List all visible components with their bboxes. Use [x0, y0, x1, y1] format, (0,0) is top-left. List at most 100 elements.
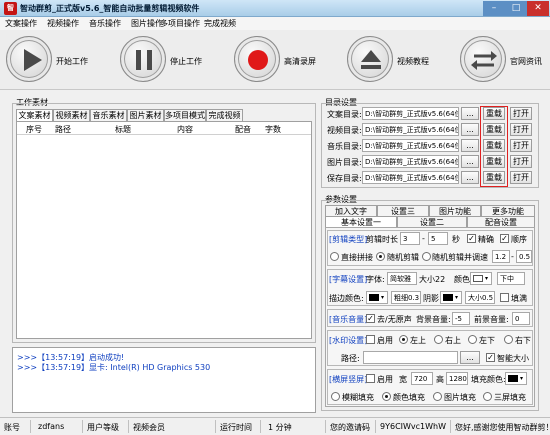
- dir-path-input[interactable]: D:\智动群剪_正式版v5.6(64位系统): [362, 139, 459, 152]
- height-input[interactable]: 1280: [446, 372, 468, 385]
- dir-browse-button[interactable]: ...: [461, 139, 479, 152]
- minimize-icon[interactable]: –: [483, 1, 505, 16]
- random-clip-label: 随机剪辑: [387, 253, 419, 262]
- col-content[interactable]: 内容: [177, 124, 193, 135]
- start-label: 开始工作: [56, 57, 88, 66]
- range-dash: -: [422, 234, 425, 243]
- tab-finished-video[interactable]: 完成视频: [206, 109, 243, 121]
- image-fill-radio[interactable]: [433, 392, 442, 401]
- level-label: 用户等级: [87, 423, 119, 432]
- menu-bar: 文案操作 视频操作 音乐操作 图片操作 多项目操作 完成视频: [0, 17, 550, 30]
- dir-label: 保存目录:: [327, 174, 362, 183]
- exact-checkbox[interactable]: ✓: [467, 234, 476, 243]
- watermark-enable-label: 启用: [377, 336, 393, 345]
- watermark-path-input[interactable]: [363, 351, 458, 364]
- fill-label: 填满: [511, 294, 527, 303]
- status-divider: [82, 420, 83, 433]
- width-input[interactable]: 720: [411, 372, 433, 385]
- col-title[interactable]: 标题: [115, 124, 131, 135]
- smart-size-checkbox[interactable]: ✓: [486, 353, 495, 362]
- menu-music[interactable]: 音乐操作: [89, 18, 121, 29]
- status-divider: [30, 420, 31, 433]
- landscape-enable-checkbox[interactable]: [366, 374, 375, 383]
- dir-open-button[interactable]: 打开: [510, 139, 532, 152]
- level-value: 视频会员: [133, 423, 165, 432]
- mute-checkbox[interactable]: ✓: [366, 314, 375, 323]
- wm-bottom-left-radio[interactable]: [468, 335, 477, 344]
- triple-fill-radio[interactable]: [483, 392, 492, 401]
- font-color-picker[interactable]: ▾: [470, 272, 492, 285]
- code-value[interactable]: 9Y6CIWvc1WhW: [380, 422, 446, 431]
- watermark-enable-checkbox[interactable]: [366, 335, 375, 344]
- status-divider: [260, 420, 261, 433]
- tab-image-material[interactable]: 图片素材: [127, 109, 164, 121]
- wm-bottom-right-radio[interactable]: [504, 335, 513, 344]
- dir-open-button[interactable]: 打开: [510, 171, 532, 184]
- thickness-input[interactable]: 粗细0.3: [391, 291, 421, 304]
- menu-multiproject[interactable]: 多项目操作: [160, 18, 200, 29]
- start-button[interactable]: [6, 36, 52, 82]
- maximize-icon[interactable]: □: [505, 1, 527, 16]
- shadow-color-picker[interactable]: ▾: [440, 291, 462, 304]
- order-label: 顺序: [511, 235, 527, 244]
- speed-max-input[interactable]: 0.5: [516, 250, 532, 263]
- dir-path-input[interactable]: D:\智动群剪_正式版v5.6(64位系统): [362, 123, 459, 136]
- menu-image[interactable]: 图片操作: [131, 18, 163, 29]
- fill-color-picker[interactable]: ▾: [505, 372, 527, 385]
- bg-volume-input[interactable]: -5: [452, 312, 470, 325]
- color-swatch: [369, 294, 379, 301]
- stop-button[interactable]: [120, 36, 166, 82]
- tab-copy-material[interactable]: 文案素材: [16, 109, 53, 121]
- menu-video[interactable]: 视频操作: [47, 18, 79, 29]
- col-voice[interactable]: 配音: [235, 124, 251, 135]
- menu-finished[interactable]: 完成视频: [204, 18, 236, 29]
- dir-open-button[interactable]: 打开: [510, 107, 532, 120]
- dir-open-button[interactable]: 打开: [510, 155, 532, 168]
- random-clip-radio[interactable]: [376, 252, 385, 261]
- wm-top-left-radio[interactable]: [399, 335, 408, 344]
- tutorial-button[interactable]: [347, 36, 393, 82]
- col-path[interactable]: 路径: [55, 124, 71, 135]
- duration-min-input[interactable]: 3: [400, 232, 420, 245]
- fg-volume-input[interactable]: 0: [512, 312, 530, 325]
- chevron-down-icon: ▾: [520, 375, 524, 382]
- menu-copy[interactable]: 文案操作: [5, 18, 37, 29]
- shadow-size-input[interactable]: 大小0.5: [465, 291, 495, 304]
- subtitle-title: [字幕设置]: [329, 275, 368, 284]
- color-fill-label: 颜色填充: [393, 393, 425, 402]
- dir-path-input[interactable]: D:\智动群剪_正式版v5.6(64位系统): [362, 107, 459, 120]
- stroke-color-picker[interactable]: ▾: [366, 291, 388, 304]
- wm-top-right-radio[interactable]: [434, 335, 443, 344]
- order-checkbox[interactable]: ✓: [500, 234, 509, 243]
- col-index[interactable]: 序号: [26, 124, 42, 135]
- watermark-browse-button[interactable]: ...: [460, 351, 480, 364]
- duration-max-input[interactable]: 5: [428, 232, 448, 245]
- speed-min-input[interactable]: 1.2: [492, 250, 510, 263]
- dir-open-button[interactable]: 打开: [510, 123, 532, 136]
- dir-browse-button[interactable]: ...: [461, 123, 479, 136]
- position-select[interactable]: 下中: [497, 272, 525, 285]
- dir-browse-button[interactable]: ...: [461, 107, 479, 120]
- material-table[interactable]: 序号 路径 标题 内容 配音 字数: [16, 121, 312, 339]
- direct-concat-label: 直接拼接: [341, 253, 373, 262]
- font-select[interactable]: 简软雅: [387, 272, 417, 285]
- dir-path-input[interactable]: D:\智动群剪_正式版v5.6(64位系统): [362, 171, 459, 184]
- fill-checkbox[interactable]: [500, 293, 509, 302]
- news-button[interactable]: [460, 36, 506, 82]
- direct-concat-radio[interactable]: [330, 252, 339, 261]
- random-speed-radio[interactable]: [422, 252, 431, 261]
- tab-music-material[interactable]: 音乐素材: [90, 109, 127, 121]
- close-icon[interactable]: ✕: [527, 1, 549, 16]
- record-button[interactable]: [234, 36, 280, 82]
- color-swatch: [443, 294, 453, 301]
- dir-browse-button[interactable]: ...: [461, 171, 479, 184]
- dir-browse-button[interactable]: ...: [461, 155, 479, 168]
- blur-fill-radio[interactable]: [331, 392, 340, 401]
- tab-multiproject[interactable]: 多项目模式: [164, 109, 206, 121]
- code-label: 您的邀请码: [330, 423, 370, 432]
- tutorial-label: 视频教程: [397, 57, 429, 66]
- dir-path-input[interactable]: D:\智动群剪_正式版v5.6(64位系统): [362, 155, 459, 168]
- color-fill-radio[interactable]: [382, 392, 391, 401]
- tab-video-material[interactable]: 视频素材: [53, 109, 90, 121]
- col-wordcount[interactable]: 字数: [265, 124, 281, 135]
